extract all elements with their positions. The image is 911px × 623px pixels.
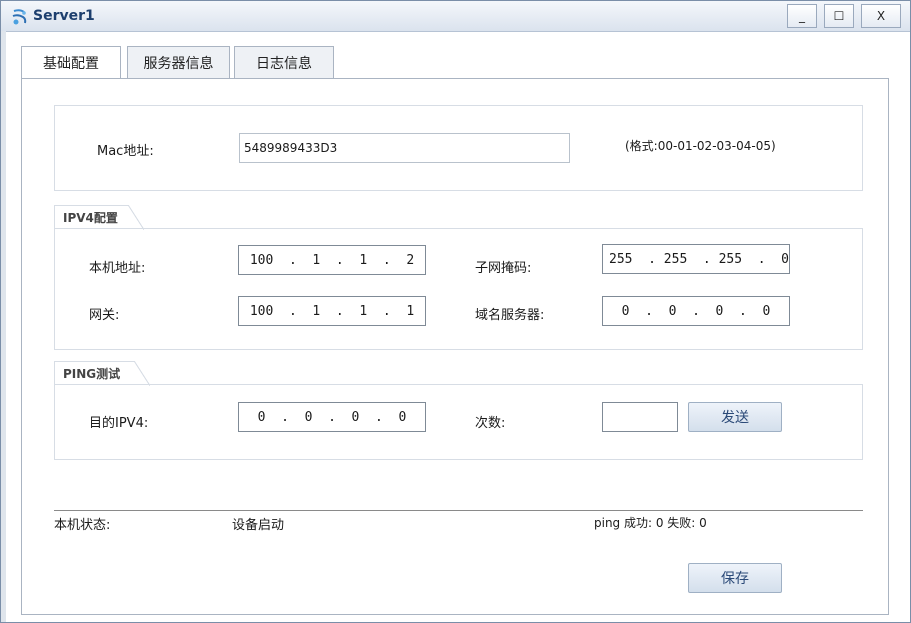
tab-basic-config[interactable]: 基础配置	[21, 46, 121, 79]
ipv4-group: 本机地址: 100 . 1 . 1 . 2 子网掩码: 255 . 255 . …	[54, 228, 863, 350]
close-icon: X	[876, 9, 886, 23]
tab-server-info[interactable]: 服务器信息	[127, 46, 230, 78]
ping-group: 目的IPV4: 0 . 0 . 0 . 0 次数: 发送	[54, 384, 863, 460]
gateway-input[interactable]: 100 . 1 . 1 . 1	[238, 296, 426, 326]
server-window: Server1 _ ☐ X 基础配置 服务器信息 日志信息 Mac地址: 548…	[0, 0, 911, 623]
device-status-value: 设备启动	[232, 518, 285, 533]
server-app-icon	[12, 9, 27, 25]
save-button[interactable]: 保存	[688, 563, 782, 593]
ping-group-title: PING测试	[54, 361, 150, 386]
status-divider	[54, 510, 863, 511]
dns-server-label: 域名服务器:	[475, 308, 545, 323]
local-address-input[interactable]: 100 . 1 . 1 . 2	[238, 245, 426, 275]
subnet-mask-input[interactable]: 255 . 255 . 255 . 0	[602, 244, 790, 274]
tab-server-info-label: 服务器信息	[143, 55, 214, 72]
dest-ipv4-label: 目的IPV4:	[89, 416, 149, 431]
ping-result-text: ping 成功: 0 失败: 0	[594, 516, 707, 530]
minimize-button[interactable]: _	[787, 4, 817, 28]
tab-log-info[interactable]: 日志信息	[234, 46, 334, 78]
window-left-border	[1, 31, 6, 622]
mac-input[interactable]: 5489989433D3	[239, 133, 570, 163]
title-bar[interactable]: Server1 _ ☐ X	[1, 1, 910, 32]
send-button[interactable]: 发送	[688, 402, 782, 432]
maximize-button[interactable]: ☐	[824, 4, 854, 28]
gateway-label: 网关:	[89, 308, 120, 323]
subnet-mask-label: 子网掩码:	[475, 261, 532, 276]
dns-server-input[interactable]: 0 . 0 . 0 . 0	[602, 296, 790, 326]
ping-count-input[interactable]	[602, 402, 678, 432]
mac-format-hint: (格式:00-01-02-03-04-05)	[625, 139, 776, 153]
local-address-label: 本机地址:	[89, 261, 146, 276]
tab-log-info-label: 日志信息	[256, 55, 312, 72]
minimize-icon: _	[799, 9, 805, 23]
ping-count-label: 次数:	[475, 416, 506, 431]
close-button[interactable]: X	[861, 4, 901, 28]
tab-basic-config-label: 基础配置	[43, 56, 99, 72]
maximize-icon: ☐	[833, 9, 845, 23]
mac-label: Mac地址:	[97, 144, 154, 159]
window-title: Server1	[33, 8, 95, 24]
mac-group: Mac地址: 5489989433D3 (格式:00-01-02-03-04-0…	[54, 105, 863, 191]
device-status-label: 本机状态:	[54, 518, 111, 533]
dest-ipv4-input[interactable]: 0 . 0 . 0 . 0	[238, 402, 426, 432]
basic-config-panel: Mac地址: 5489989433D3 (格式:00-01-02-03-04-0…	[21, 78, 889, 615]
mac-value: 5489989433D3	[244, 141, 338, 155]
ipv4-group-title: IPV4配置	[54, 205, 144, 230]
